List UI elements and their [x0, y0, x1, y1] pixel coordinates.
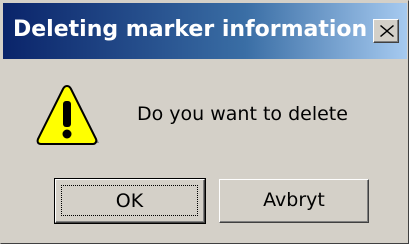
delete-confirm-dialog: Deleting marker information Do you want … [0, 0, 409, 244]
cancel-button[interactable]: Avbryt [219, 179, 369, 223]
window-title: Deleting marker information [13, 17, 368, 42]
close-icon [380, 25, 394, 37]
ok-button-label: OK [61, 185, 198, 216]
ok-button[interactable]: OK [54, 178, 206, 224]
warning-icon [35, 84, 101, 151]
title-bar[interactable]: Deleting marker information [3, 3, 407, 59]
close-button[interactable] [373, 19, 399, 43]
dialog-message: Do you want to delete [137, 103, 348, 125]
